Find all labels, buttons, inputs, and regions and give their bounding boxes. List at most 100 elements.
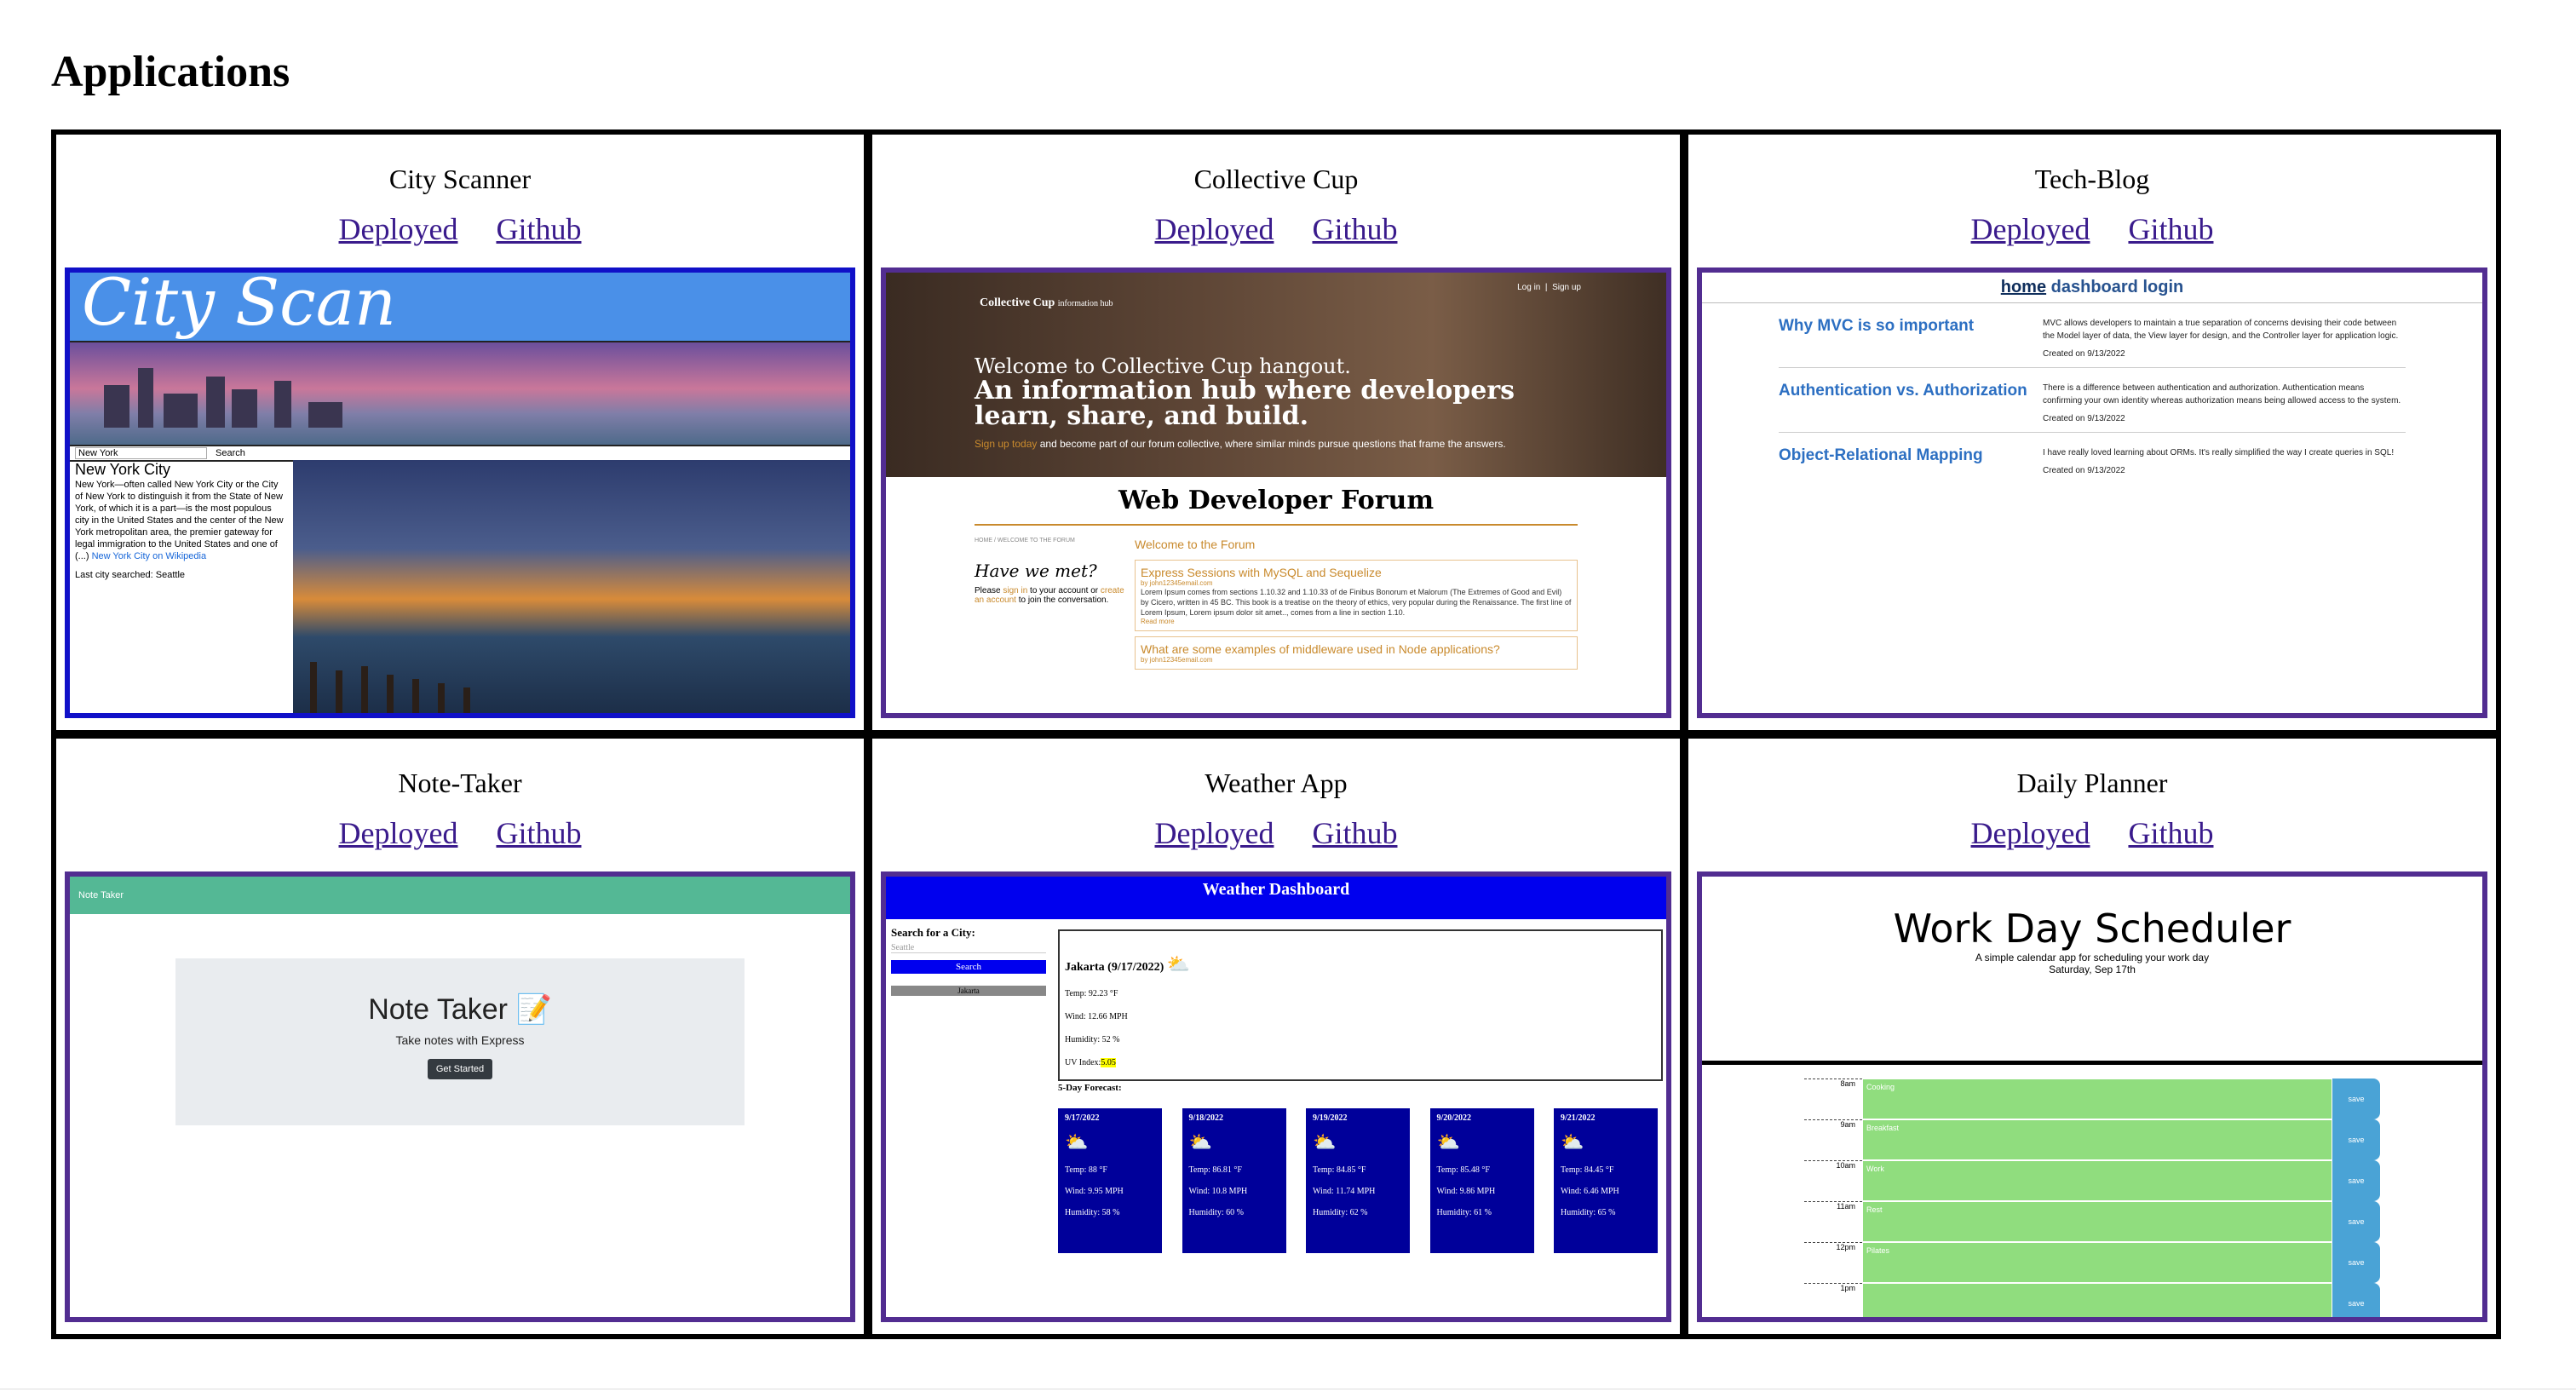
app-title: Collective Cup <box>1193 164 1359 194</box>
wa-forecast-card: 9/18/2022 ⛅ Temp: 86.81 °F Wind: 10.8 MPH Hu… <box>1182 1108 1286 1253</box>
cs-city-heading: New York City <box>75 461 171 478</box>
deployed-link[interactable]: Deployed <box>1155 212 1274 246</box>
cc-tagline: An information hub where developers lear… <box>975 376 1515 431</box>
cs-wiki-link: New York City on Wikipedia <box>91 551 207 561</box>
wa-forecast-card: 9/20/2022 ⛅ Temp: 85.48 °F Wind: 9.86 MPH Hu… <box>1429 1108 1534 1253</box>
breadcrumb: HOME / WELCOME TO THE FORUM <box>975 538 1075 544</box>
cc-have-we-met: Have we met? <box>975 561 1097 581</box>
app-card-note-taker: Note-Taker Deployed Github Note Taker No… <box>56 739 864 1334</box>
deployed-link[interactable]: Deployed <box>1155 816 1274 850</box>
github-link[interactable]: Github <box>2128 212 2213 246</box>
app-screenshot: Collective Cup information hub Log in | … <box>881 267 1671 718</box>
cc-sub: Sign up today and become part of our for… <box>975 438 1506 450</box>
nt-jumbotron: Note Taker 📝 Take notes with Express Get… <box>175 958 745 1125</box>
nt-get-started-button: Get Started <box>427 1059 493 1079</box>
deployed-link[interactable]: Deployed <box>1971 816 2090 850</box>
app-title: Note-Taker <box>398 768 522 798</box>
cs-logo: City Scan <box>82 267 396 340</box>
cs-city-photo <box>293 460 850 713</box>
cc-auth-links: Log in | Sign up <box>1517 283 1581 292</box>
app-screenshot: Work Day Scheduler A simple calendar app… <box>1697 871 2487 1322</box>
wa-header: Weather Dashboard <box>886 877 1666 919</box>
wa-forecast-card: 9/17/2022 ⛅ Temp: 88 °F Wind: 9.95 MPH Humid… <box>1058 1108 1162 1253</box>
wa-sidebar: Search for a City: Seattle Search Jakart… <box>891 926 1046 996</box>
cc-forum-title: Web Developer Forum <box>975 486 1578 526</box>
app-screenshot: Weather Dashboard Search for a City: Sea… <box>881 871 1671 1322</box>
dp-row: 9am Breakfast save <box>1804 1119 2380 1160</box>
cc-columns: HOME / WELCOME TO THE FORUM Have we met?… <box>975 538 1578 675</box>
cloud-sun-icon: ⛅ <box>1313 1131 1337 1153</box>
app-card-city-scanner: City Scanner Deployed Github City Scan N… <box>56 135 864 730</box>
tb-post: Authentication vs. Authorization There i… <box>1779 382 2406 433</box>
cc-welcome-forum: Welcome to the Forum <box>1135 538 1256 551</box>
cs-search-button: Search <box>216 448 245 458</box>
app-links: Deployed Github <box>56 211 864 254</box>
nt-title: Note Taker 📝 <box>368 993 552 1026</box>
dp-header: Work Day Scheduler A simple calendar app… <box>1702 906 2482 1065</box>
app-title: Tech-Blog <box>2034 164 2150 194</box>
cc-welcome: Welcome to Collective Cup hangout. <box>975 354 1351 378</box>
nt-navbar: Note Taker <box>70 877 850 914</box>
cs-search-bar: New York Search <box>70 445 850 462</box>
cc-hero: Collective Cup information hub Log in | … <box>886 273 1666 477</box>
tb-post: Why MVC is so important MVC allows devel… <box>1779 317 2406 368</box>
app-card-tech-blog: Tech-Blog Deployed Github home dashboard… <box>1688 135 2496 730</box>
app-card-weather-app: Weather App Deployed Github Weather Dash… <box>872 739 1680 1334</box>
app-screenshot: Note Taker Note Taker 📝 Take notes with … <box>65 871 855 1322</box>
dp-title: Work Day Scheduler <box>1893 906 2291 952</box>
cc-left-column: HOME / WELCOME TO THE FORUM Have we met?… <box>975 538 1135 675</box>
app-card-daily-planner: Daily Planner Deployed Github Work Day S… <box>1688 739 2496 1334</box>
cs-search-input: New York <box>75 447 207 459</box>
deployed-link[interactable]: Deployed <box>1971 212 2090 246</box>
app-links: Deployed Github <box>872 815 1680 858</box>
app-screenshot: City Scan New York Search New York City … <box>65 267 855 718</box>
cc-brand: Collective Cup information hub <box>980 296 1113 309</box>
github-link[interactable]: Github <box>1312 816 1397 850</box>
app-links: Deployed Github <box>1688 815 2496 858</box>
cc-post: What are some examples of middleware use… <box>1135 636 1578 670</box>
github-link[interactable]: Github <box>2128 816 2213 850</box>
dp-date: Saturday, Sep 17th <box>2049 963 2136 975</box>
github-link[interactable]: Github <box>496 212 581 246</box>
cloud-sun-icon: ⛅ <box>1166 953 1191 975</box>
cloud-sun-icon: ⛅ <box>1561 1131 1584 1153</box>
wa-today: Jakarta (9/17/2022) ⛅ Temp: 92.23 °F Win… <box>1058 929 1663 1081</box>
cc-side-text: Please sign in to your account or create… <box>975 586 1124 605</box>
app-title: City Scanner <box>388 164 532 194</box>
wa-forecast-card: 9/21/2022 ⛅ Temp: 84.45 °F Wind: 6.46 MPH Hu… <box>1554 1108 1658 1253</box>
app-screenshot: home dashboard login Why MVC is so impor… <box>1697 267 2487 718</box>
cs-skyline-image <box>70 341 850 445</box>
tb-nav: home dashboard login <box>1702 278 2482 303</box>
github-link[interactable]: Github <box>496 816 581 850</box>
wa-forecast-card: 9/19/2022 ⛅ Temp: 84.85 °F Wind: 11.74 MPH H… <box>1306 1108 1410 1253</box>
cloud-sun-icon: ⛅ <box>1065 1131 1089 1153</box>
cloud-sun-icon: ⛅ <box>1188 1131 1212 1153</box>
app-links: Deployed Github <box>1688 211 2496 254</box>
tb-post: Object-Relational Mapping I have really … <box>1779 446 2395 475</box>
applications-grid: City Scanner Deployed Github City Scan N… <box>51 129 2501 1339</box>
dp-subtitle: A simple calendar app for scheduling you… <box>1975 952 2210 963</box>
cs-summary: New York—often called New York City or t… <box>75 480 284 561</box>
wa-forecast-cards: 9/17/2022 ⛅ Temp: 88 °F Wind: 9.95 MPH Humid… <box>1058 1108 1658 1253</box>
cc-post: Express Sessions with MySQL and Sequeliz… <box>1135 560 1578 631</box>
dp-row: 1pm save <box>1804 1283 2380 1317</box>
deployed-link[interactable]: Deployed <box>339 816 458 850</box>
dp-rows: 8am Cooking save 9am Breakfast save 10am Work… <box>1804 1079 2380 1317</box>
cc-main: Web Developer Forum HOME / WELCOME TO TH… <box>886 477 1666 683</box>
cloud-sun-icon: ⛅ <box>1436 1131 1460 1153</box>
dp-row: 11am Rest save <box>1804 1201 2380 1242</box>
page-title: Applications <box>51 48 290 96</box>
dp-row: 10am Work save <box>1804 1160 2380 1201</box>
cs-last-searched: Last city searched: Seattle <box>75 570 186 580</box>
dp-row: 8am Cooking save <box>1804 1079 2380 1119</box>
dp-row: 12pm Pilates save <box>1804 1242 2380 1283</box>
app-title: Weather App <box>1205 768 1348 798</box>
app-links: Deployed Github <box>872 211 1680 254</box>
cs-sidebar: New York City New York—often called New … <box>70 460 293 713</box>
wa-forecast-label: 5-Day Forecast: <box>1058 1083 1122 1093</box>
cc-right-column: Welcome to the Forum Express Sessions wi… <box>1135 538 1578 675</box>
github-link[interactable]: Github <box>1312 212 1397 246</box>
cs-body: New York City New York—often called New … <box>70 460 850 713</box>
deployed-link[interactable]: Deployed <box>339 212 458 246</box>
app-card-collective-cup: Collective Cup Deployed Github Collectiv… <box>872 135 1680 730</box>
